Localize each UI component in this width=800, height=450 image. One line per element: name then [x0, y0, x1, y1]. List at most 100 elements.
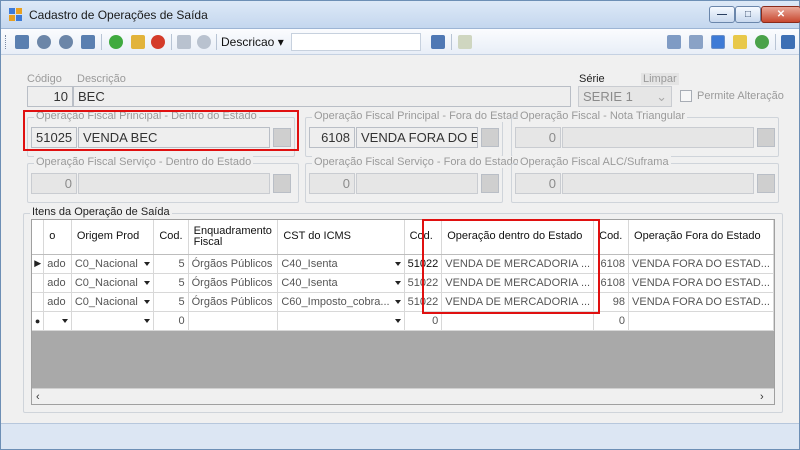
table-header-row: o Origem Prod Cod. Enquadramento Fiscal …: [32, 220, 774, 255]
search-input[interactable]: [291, 33, 421, 51]
table-cell[interactable]: VENDA FORA DO ESTAD...: [628, 292, 774, 312]
add-icon[interactable]: [109, 35, 123, 49]
highlight-box: [422, 219, 600, 314]
table-row[interactable]: ado C0_Nacional 5 Órgãos Públicos C40_Is…: [32, 273, 774, 293]
search-field-label: Descricao: [221, 35, 275, 49]
search-icon[interactable]: [431, 35, 445, 49]
highlight-box: [23, 110, 299, 151]
servico-dentro-desc[interactable]: [78, 173, 270, 194]
search-field-dropdown[interactable]: Descricao ▾: [221, 34, 284, 50]
table-cell[interactable]: VENDA FORA DO ESTAD...: [628, 254, 774, 274]
table-cell[interactable]: VENDA FORA DO ESTAD...: [628, 273, 774, 293]
alc-suframa-desc[interactable]: [562, 173, 754, 194]
toolbar: Descricao ▾: [1, 29, 799, 55]
table-row[interactable]: ▶ ado C0_Nacional 5 Órgãos Públicos C40_…: [32, 254, 774, 274]
col-header[interactable]: Cod.: [153, 220, 189, 255]
cell-value: C0_Nacional: [74, 295, 138, 308]
table-cell[interactable]: 5: [153, 292, 189, 312]
close-button[interactable]: ✕: [761, 6, 800, 23]
itens-table: o Origem Prod Cod. Enquadramento Fiscal …: [32, 220, 774, 331]
principal-fora-desc[interactable]: VENDA FORA DO ES: [356, 127, 478, 148]
descricao-field[interactable]: BEC: [73, 86, 571, 107]
table-cell[interactable]: Órgãos Públicos: [188, 292, 279, 312]
chevron-down-icon: [394, 318, 401, 323]
table-cell-select[interactable]: [43, 311, 72, 331]
print-icon[interactable]: [667, 35, 681, 49]
table-cell[interactable]: ado: [43, 292, 72, 312]
permite-alteracao-label: Permite Alteração: [697, 90, 784, 102]
previous-record-icon[interactable]: [37, 35, 51, 49]
table-cell[interactable]: [188, 311, 279, 331]
scrollbar-thumb[interactable]: [50, 391, 756, 403]
table-cell[interactable]: 0: [153, 311, 189, 331]
save-icon[interactable]: [177, 35, 191, 49]
table-cell[interactable]: ado: [43, 273, 72, 293]
undo-icon[interactable]: [197, 35, 211, 49]
servico-fora-desc[interactable]: [356, 173, 478, 194]
col-header[interactable]: Enquadramento Fiscal: [188, 220, 279, 255]
permite-alteracao-checkbox[interactable]: [680, 90, 692, 102]
servico-dentro-code[interactable]: 0: [31, 173, 77, 194]
table-cell-select[interactable]: C0_Nacional: [71, 292, 155, 312]
edit-icon[interactable]: [131, 35, 145, 49]
col-header[interactable]: Operação Fora do Estado: [628, 220, 774, 255]
table-cell-select[interactable]: [71, 311, 155, 331]
alc-suframa-lookup-button[interactable]: [757, 174, 775, 193]
horizontal-scrollbar[interactable]: ‹ ›: [32, 388, 774, 404]
servico-fora-lookup-button[interactable]: [481, 174, 499, 193]
col-header[interactable]: o: [43, 220, 72, 255]
nota-triangular-code[interactable]: 0: [515, 127, 561, 148]
scroll-left-icon[interactable]: ‹: [36, 391, 40, 403]
table-cell[interactable]: [628, 311, 774, 331]
table-cell-select[interactable]: C40_Isenta: [277, 254, 405, 274]
table-row[interactable]: ado C0_Nacional 5 Órgãos Públicos C60_Im…: [32, 292, 774, 312]
table-cell[interactable]: 5: [153, 254, 189, 274]
itens-grid[interactable]: o Origem Prod Cod. Enquadramento Fiscal …: [31, 219, 775, 405]
alc-suframa-code[interactable]: 0: [515, 173, 561, 194]
scroll-right-icon[interactable]: ›: [760, 391, 764, 403]
first-record-icon[interactable]: [15, 35, 29, 49]
user-icon[interactable]: [755, 35, 769, 49]
next-record-icon[interactable]: [59, 35, 73, 49]
table-cell-select[interactable]: C0_Nacional: [71, 254, 155, 274]
refresh-icon[interactable]: [711, 35, 725, 49]
maximize-button[interactable]: □: [735, 6, 761, 23]
codigo-label: Código: [27, 73, 62, 85]
serie-value: SERIE 1: [583, 89, 633, 104]
serie-select[interactable]: SERIE 1 ⌄: [578, 86, 672, 107]
group-nota-triangular-caption: Operação Fiscal - Nota Triangular: [518, 110, 688, 122]
cell-value: C0_Nacional: [74, 257, 138, 270]
col-header[interactable]: CST do ICMS: [277, 220, 405, 255]
limpar-button[interactable]: Limpar: [641, 73, 679, 85]
last-record-icon[interactable]: [81, 35, 95, 49]
nota-triangular-lookup-button[interactable]: [757, 128, 775, 147]
table-cell[interactable]: 5: [153, 273, 189, 293]
table-cell[interactable]: Órgãos Públicos: [188, 254, 279, 274]
servico-dentro-lookup-button[interactable]: [273, 174, 291, 193]
codigo-field[interactable]: 10: [27, 86, 73, 107]
table-cell-select[interactable]: [277, 311, 405, 331]
row-marker: [32, 292, 45, 312]
col-header[interactable]: Origem Prod: [71, 220, 155, 255]
principal-fora-code[interactable]: 6108: [309, 127, 355, 148]
minimize-button[interactable]: —: [709, 6, 735, 23]
principal-fora-lookup-button[interactable]: [481, 128, 499, 147]
table-cell-select[interactable]: C60_Imposto_cobra...: [277, 292, 405, 312]
help-icon[interactable]: [733, 35, 747, 49]
table-cell[interactable]: Órgãos Públicos: [188, 273, 279, 293]
filter-icon[interactable]: [689, 35, 703, 49]
toolbar-separator: [171, 34, 172, 50]
menu-icon[interactable]: [781, 35, 795, 49]
chevron-down-icon: [144, 299, 151, 304]
report-icon[interactable]: [458, 35, 472, 49]
group-alc-suframa-caption: Operação Fiscal ALC/Suframa: [518, 156, 671, 168]
delete-icon[interactable]: [151, 35, 165, 49]
table-cell[interactable]: ado: [43, 254, 72, 274]
nota-triangular-desc[interactable]: [562, 127, 754, 148]
table-cell-select[interactable]: C0_Nacional: [71, 273, 155, 293]
table-row-new[interactable]: ● 0 0 0: [32, 311, 774, 331]
servico-fora-code[interactable]: 0: [309, 173, 355, 194]
chevron-down-icon: [144, 261, 151, 266]
chevron-down-icon: [144, 318, 151, 323]
table-cell-select[interactable]: C40_Isenta: [277, 273, 405, 293]
